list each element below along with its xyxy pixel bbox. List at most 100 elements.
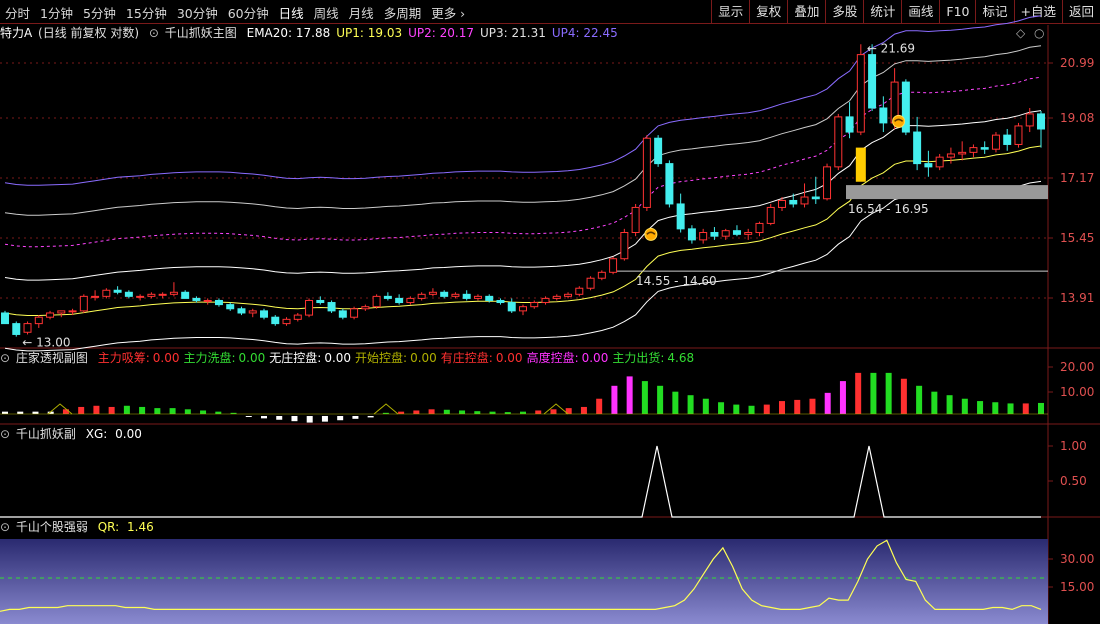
pane2-bar xyxy=(672,391,679,414)
pane4-tick-label: 15.00 xyxy=(1060,580,1094,594)
pane2-bar xyxy=(459,410,466,414)
candle-up xyxy=(552,295,561,299)
pane2-bar xyxy=(62,409,69,414)
candle-down xyxy=(181,291,190,299)
candle-up xyxy=(79,295,88,312)
candle-down xyxy=(113,289,122,293)
ema20-line xyxy=(4,145,1042,316)
candle-up xyxy=(823,166,832,200)
candle-up xyxy=(57,310,66,314)
candle-up xyxy=(406,297,415,304)
pane2-bar xyxy=(900,378,907,414)
pane2-tick-label: 10.00 xyxy=(1060,385,1094,399)
pane2-bar xyxy=(169,408,176,414)
candle-up xyxy=(282,318,291,325)
kline-chart[interactable]: 20.99 19.08 17.17 15.45 13.91 14.55 - 14.60 16… xyxy=(0,0,1100,624)
pane2-bar xyxy=(977,401,984,414)
candle-up xyxy=(473,295,482,299)
candle-down xyxy=(440,291,449,297)
pane2-bar xyxy=(702,398,709,414)
pane2-triangle xyxy=(373,403,399,415)
candle-down xyxy=(789,199,798,205)
candle-down xyxy=(654,137,663,165)
candle-down xyxy=(913,131,922,165)
candle-down xyxy=(226,304,235,310)
pane2-bar xyxy=(245,416,252,417)
candle-up xyxy=(248,310,257,314)
pane2-bar xyxy=(611,385,618,414)
pane2-bar xyxy=(489,411,496,414)
candle-down xyxy=(485,295,494,301)
pane2-bar xyxy=(535,410,542,414)
candle-up xyxy=(834,116,843,168)
candle-up xyxy=(147,293,156,297)
pane2-bar xyxy=(763,404,770,414)
candle-down xyxy=(676,203,685,230)
candle-up xyxy=(755,222,764,234)
candle-down xyxy=(237,308,246,314)
pane2-bar xyxy=(718,402,725,414)
pane2-bar xyxy=(1007,403,1014,414)
candle-down xyxy=(327,302,336,312)
candle-up xyxy=(586,277,595,289)
candle-down xyxy=(879,107,888,124)
pane2-bar xyxy=(580,406,587,414)
candle-up xyxy=(991,134,1000,150)
candle-up xyxy=(34,316,43,325)
pane2-bar xyxy=(733,404,740,414)
pane2-bar xyxy=(352,416,359,419)
candle-up xyxy=(744,232,753,235)
candle-down xyxy=(214,299,223,306)
pane2-bar xyxy=(809,398,816,414)
candle-up xyxy=(564,293,573,297)
candle-down xyxy=(462,293,471,299)
pane3-tick-label: 1.00 xyxy=(1060,439,1087,453)
candle-up xyxy=(620,232,629,260)
candle-up xyxy=(597,271,606,279)
pane2-bar xyxy=(321,416,328,422)
pane2-bar xyxy=(1038,402,1044,414)
zone2-band xyxy=(846,185,1048,200)
candle-up xyxy=(1014,125,1023,145)
candle-up xyxy=(46,312,55,318)
pane4-tick-label: 30.00 xyxy=(1060,552,1094,566)
highlight-bar xyxy=(855,147,866,182)
candle-up xyxy=(23,323,32,333)
pane2-bar xyxy=(916,385,923,414)
candle-down xyxy=(316,299,325,304)
candle-up xyxy=(417,293,426,299)
price-tick-label: 19.08 xyxy=(1060,111,1094,125)
pane2-bar xyxy=(108,406,115,414)
candle-down xyxy=(12,323,21,335)
pane2-bar xyxy=(398,411,405,414)
pane2-bar xyxy=(870,372,877,414)
pane2-bar xyxy=(1022,403,1029,414)
pane2-bar xyxy=(306,416,313,423)
pane2-bar xyxy=(626,376,633,414)
candle-up xyxy=(609,258,618,273)
candle-up xyxy=(91,295,100,298)
candle-up xyxy=(699,232,708,241)
candle-up xyxy=(68,310,77,313)
candle-up xyxy=(631,206,640,234)
pane2-bar xyxy=(657,385,664,414)
candle-down xyxy=(124,291,133,297)
pane2-bar xyxy=(78,406,85,414)
pane2-bar xyxy=(154,408,161,414)
candle-up xyxy=(169,291,178,295)
candle-down xyxy=(1037,113,1045,130)
pane2-bar xyxy=(2,411,8,414)
pane4-background xyxy=(0,539,1048,624)
candle-up xyxy=(158,293,167,296)
pane2-bar xyxy=(428,409,435,414)
price-tick-label: 13.91 xyxy=(1060,291,1094,305)
candle-down xyxy=(383,295,392,299)
buy-signal-icon xyxy=(644,227,658,241)
candle-up xyxy=(451,293,460,297)
pane2-bar xyxy=(794,399,801,414)
candle-up xyxy=(935,156,944,168)
price-tick-label: 17.17 xyxy=(1060,171,1094,185)
candle-up xyxy=(575,287,584,295)
candle-up xyxy=(361,306,370,310)
candle-up xyxy=(766,206,775,224)
